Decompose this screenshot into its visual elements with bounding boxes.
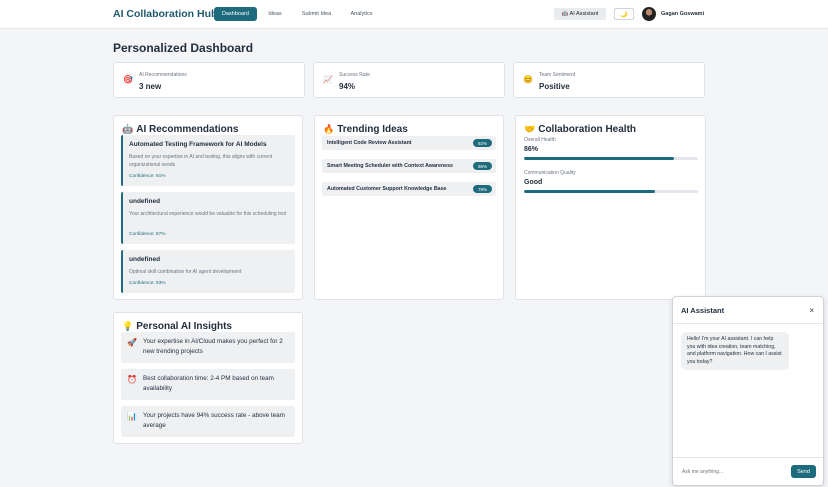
insight-text: Best collaboration time: 2-4 PM based on… [143, 375, 274, 392]
section-title-text: Personal AI Insights [136, 321, 232, 332]
recommendation-title: undefined [129, 256, 161, 263]
stat-card-team-sentiment: 😊 Team Sentiment Positive [513, 62, 705, 98]
idea-title: Intelligent Code Review Assistant [327, 140, 412, 146]
nav-ideas[interactable]: Ideas [262, 7, 288, 21]
idea-score-badge: 78% [473, 185, 492, 193]
recommendation-description: Your architectural experience would be v… [129, 211, 287, 217]
section-title-text: Trending Ideas [337, 124, 408, 135]
chat-input[interactable] [681, 466, 787, 478]
stat-card-recommendations: 🎯 AI Recommendations 3 new [113, 62, 305, 98]
overall-health-bar [524, 157, 698, 160]
ai-assistant-button[interactable]: 🤖 AI Assistant [554, 8, 606, 20]
stat-value: 94% [339, 82, 356, 91]
close-icon[interactable]: × [809, 306, 814, 315]
section-title-text: Collaboration Health [538, 124, 637, 135]
recommendation-description: Optimal skill combination for AI agent d… [129, 269, 242, 275]
trending-idea-item[interactable]: Automated Customer Support Knowledge Bas… [322, 182, 496, 196]
moon-icon: 🌙 [620, 11, 628, 18]
ai-assistant-label: AI Assistant [569, 11, 599, 17]
ai-assistant-chat: AI Assistant × Hello! I'm your AI assist… [672, 296, 824, 486]
ai-recommendations-panel: 🤖 AI Recommendations Automated Testing F… [113, 115, 303, 300]
recommendation-description: Based on your expertise in AI and testin… [129, 154, 273, 168]
nav-dashboard[interactable]: Dashboard [214, 7, 257, 21]
brand-title[interactable]: AI Collaboration Hub [113, 8, 217, 20]
recommendation-title: Automated Testing Framework for AI Model… [129, 141, 267, 148]
top-navbar: AI Collaboration Hub Dashboard Ideas Sub… [0, 0, 828, 29]
recommendation-confidence: Confidence: 91% [129, 174, 166, 179]
trending-idea-item[interactable]: Intelligent Code Review Assistant 92% [322, 136, 496, 150]
section-title: 🤝 Collaboration Health [524, 124, 636, 135]
stat-card-success-rate: 📈 Success Rate 94% [313, 62, 505, 98]
nav-analytics[interactable]: Analytics [344, 7, 379, 21]
personal-insights-panel: 💡 Personal AI Insights 🚀 Your expertise … [113, 312, 303, 444]
insight-item: ⏰ Best collaboration time: 2-4 PM based … [121, 369, 295, 400]
robot-icon: 🤖 [122, 124, 134, 134]
recommendation-item[interactable]: Automated Testing Framework for AI Model… [121, 135, 295, 186]
recommendation-confidence: Confidence: 93% [129, 281, 166, 286]
stat-value: 3 new [139, 82, 162, 91]
insight-text: Your projects have 94% success rate - ab… [143, 412, 285, 429]
stat-value: Positive [539, 82, 570, 91]
idea-score-badge: 92% [473, 139, 492, 147]
recommendation-confidence: Confidence: 87% [129, 232, 166, 237]
recommendation-title: undefined [129, 198, 161, 205]
insight-item: 📊 Your projects have 94% success rate - … [121, 406, 295, 437]
overall-health-bar-fill [524, 157, 674, 160]
lightbulb-icon: 💡 [122, 321, 134, 331]
rocket-icon: 🚀 [127, 338, 137, 347]
bar-chart-icon: 📊 [127, 412, 137, 421]
idea-title: Smart Meeting Scheduler with Context Awa… [327, 163, 453, 169]
idea-title: Automated Customer Support Knowledge Bas… [327, 186, 447, 192]
collaboration-health-panel: 🤝 Collaboration Health Overall Health 86… [515, 115, 706, 300]
overall-health-value: 86% [524, 146, 539, 153]
insight-text: Your expertise in AI/Cloud makes you per… [143, 338, 283, 355]
communication-quality-bar-fill [524, 190, 655, 193]
section-title-text: AI Recommendations [136, 124, 239, 135]
section-title: 💡 Personal AI Insights [122, 321, 232, 332]
chat-header: AI Assistant × [673, 297, 823, 324]
section-title: 🤖 AI Recommendations [122, 124, 238, 135]
recommendation-item[interactable]: undefined Optimal skill combination for … [121, 250, 295, 293]
chat-title: AI Assistant [681, 306, 725, 315]
chat-footer: Send [673, 457, 823, 485]
page-title: Personalized Dashboard [113, 41, 254, 55]
smile-icon: 😊 [523, 75, 533, 84]
recommendation-item[interactable]: undefined Your architectural experience … [121, 192, 295, 244]
trending-idea-item[interactable]: Smart Meeting Scheduler with Context Awa… [322, 159, 496, 173]
insight-item: 🚀 Your expertise in AI/Cloud makes you p… [121, 332, 295, 363]
stat-label: Team Sentiment [539, 72, 576, 78]
target-icon: 🎯 [123, 75, 133, 84]
stat-label: Success Rate [339, 72, 370, 78]
stat-label: AI Recommendations [139, 72, 187, 78]
communication-quality-bar [524, 190, 698, 193]
avatar[interactable] [642, 7, 656, 21]
communication-quality-value: Good [524, 179, 543, 186]
overall-health-label: Overall Health [524, 137, 556, 143]
fire-icon: 🔥 [323, 124, 335, 134]
robot-icon: 🤖 [561, 11, 569, 17]
idea-score-badge: 85% [473, 162, 492, 170]
chart-up-icon: 📈 [323, 75, 333, 84]
nav-submit-idea[interactable]: Submit Idea [296, 7, 337, 21]
communication-quality-label: Communication Quality [524, 170, 576, 176]
assistant-message: Hello! I'm your AI assistant. I can help… [681, 332, 789, 371]
user-name[interactable]: Gagan Goswami [661, 11, 704, 17]
section-title: 🔥 Trending Ideas [323, 124, 408, 135]
theme-toggle-button[interactable]: 🌙 [614, 8, 634, 20]
trending-ideas-panel: 🔥 Trending Ideas Intelligent Code Review… [314, 115, 504, 300]
alarm-clock-icon: ⏰ [127, 375, 137, 384]
send-button[interactable]: Send [791, 465, 816, 478]
handshake-icon: 🤝 [524, 124, 536, 134]
